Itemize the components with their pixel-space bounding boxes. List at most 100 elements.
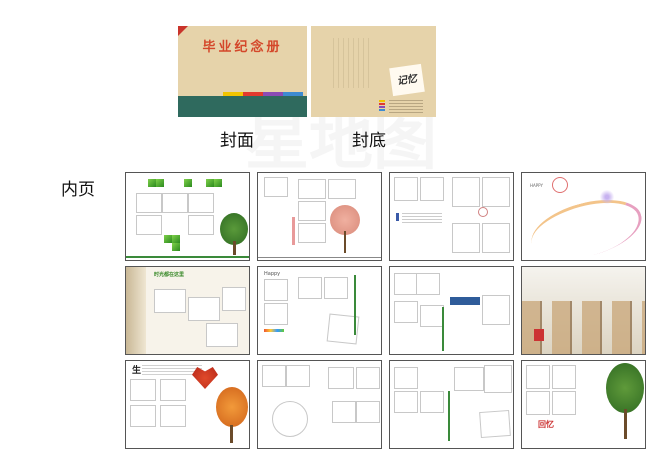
photo-frame bbox=[222, 287, 246, 311]
red-corner bbox=[178, 26, 188, 36]
decorative-text-lines bbox=[333, 38, 373, 88]
photo-frame bbox=[332, 401, 356, 423]
green-square bbox=[164, 235, 172, 243]
photo-frame bbox=[394, 367, 418, 389]
tree-trunk bbox=[344, 231, 346, 253]
ground-line bbox=[258, 257, 381, 258]
photo-frame bbox=[130, 379, 156, 401]
photo-frame bbox=[356, 367, 380, 389]
back-cover: 记忆 bbox=[311, 26, 436, 117]
photo-frame bbox=[298, 223, 326, 243]
photo-frame bbox=[452, 177, 480, 207]
photo-frame bbox=[394, 301, 418, 323]
green-square bbox=[184, 179, 192, 187]
photo-frame bbox=[262, 365, 286, 387]
green-square bbox=[148, 179, 156, 187]
stripe bbox=[379, 100, 385, 102]
green-square bbox=[172, 235, 180, 243]
photo-frame bbox=[526, 391, 550, 415]
side-image bbox=[126, 267, 146, 354]
red-heart bbox=[192, 367, 218, 389]
green-vine bbox=[448, 391, 450, 441]
tree-trunk bbox=[233, 241, 236, 255]
photo-frame bbox=[479, 409, 511, 439]
blue-accent bbox=[396, 213, 399, 221]
photo-frame bbox=[264, 303, 288, 325]
front-cover-caption: 封面 bbox=[220, 131, 254, 151]
photo-frame bbox=[160, 379, 186, 401]
front-cover: 毕业纪念册 bbox=[178, 26, 307, 117]
page-thumbnail bbox=[389, 172, 514, 261]
photo-frame bbox=[298, 179, 326, 199]
photo-frame bbox=[482, 177, 510, 207]
page-thumbnail bbox=[257, 360, 382, 449]
round-frame bbox=[272, 401, 308, 437]
photo-frame bbox=[394, 177, 418, 201]
photo-frame bbox=[160, 405, 186, 427]
photo-frame bbox=[324, 277, 348, 299]
photo-frame bbox=[420, 305, 444, 327]
page-title: 时光都在这里 bbox=[154, 272, 185, 278]
photo-frame bbox=[136, 215, 162, 235]
color-swatches bbox=[264, 329, 284, 332]
photo-frame bbox=[188, 215, 214, 235]
page-title: 生 bbox=[132, 366, 142, 376]
photo-frame bbox=[452, 223, 480, 253]
page-title: 回忆 bbox=[538, 420, 554, 429]
photo-frame bbox=[264, 279, 288, 301]
photo-frame bbox=[206, 323, 238, 347]
classroom-desks bbox=[522, 301, 645, 354]
pink-bar bbox=[292, 217, 295, 245]
photo-frame bbox=[420, 391, 444, 413]
ground-line bbox=[126, 256, 249, 258]
photo-frame bbox=[328, 179, 356, 199]
cover-band bbox=[178, 96, 307, 117]
swoosh bbox=[525, 189, 645, 260]
photo-frame bbox=[552, 391, 576, 415]
tree bbox=[606, 363, 644, 413]
photo-frame bbox=[526, 365, 550, 389]
page-thumbnail bbox=[125, 172, 250, 261]
stamp-text: 记忆 bbox=[396, 73, 418, 88]
photo-frame bbox=[188, 193, 214, 213]
page-thumbnail: HAPPY bbox=[521, 172, 646, 261]
photo-frame bbox=[264, 177, 288, 197]
photo-frame bbox=[298, 277, 322, 299]
blue-tag bbox=[450, 297, 480, 305]
stripe bbox=[379, 106, 385, 108]
front-cover-title: 毕业纪念册 bbox=[202, 40, 283, 55]
photo-frame bbox=[328, 367, 354, 389]
green-square bbox=[156, 179, 164, 187]
sparkles bbox=[592, 187, 622, 207]
green-square bbox=[214, 179, 222, 187]
photo-frame bbox=[394, 391, 418, 413]
photo-frame bbox=[416, 273, 440, 295]
page-thumbnail: 回忆 bbox=[521, 360, 646, 449]
photo-frame bbox=[484, 365, 512, 393]
photo-frame bbox=[356, 401, 380, 423]
info-lines bbox=[389, 100, 423, 114]
page-thumbnail bbox=[389, 266, 514, 355]
page-thumbnail: 时光都在这里 bbox=[125, 266, 250, 355]
green-square bbox=[172, 243, 180, 251]
photo-frame bbox=[420, 177, 444, 201]
inner-pages-label: 内页 bbox=[61, 180, 95, 200]
happy-text: Happy bbox=[264, 271, 281, 277]
happy-text: HAPPY bbox=[530, 183, 543, 188]
pink-ring bbox=[552, 177, 568, 193]
tree-trunk bbox=[624, 409, 627, 439]
photo-frame bbox=[136, 193, 162, 213]
text-block bbox=[402, 213, 442, 223]
photo-frame bbox=[154, 289, 186, 313]
tree-trunk bbox=[230, 425, 233, 443]
stripe bbox=[379, 109, 385, 111]
page-thumbnail: Happy bbox=[257, 266, 382, 355]
page-thumbnail: 生 bbox=[125, 360, 250, 449]
back-cover-caption: 封底 bbox=[352, 131, 386, 151]
stripe bbox=[379, 103, 385, 105]
photo-frame bbox=[454, 367, 484, 391]
photo-frame bbox=[188, 297, 220, 321]
pink-circle bbox=[478, 207, 488, 217]
green-vine bbox=[442, 307, 444, 351]
green-square bbox=[206, 179, 214, 187]
